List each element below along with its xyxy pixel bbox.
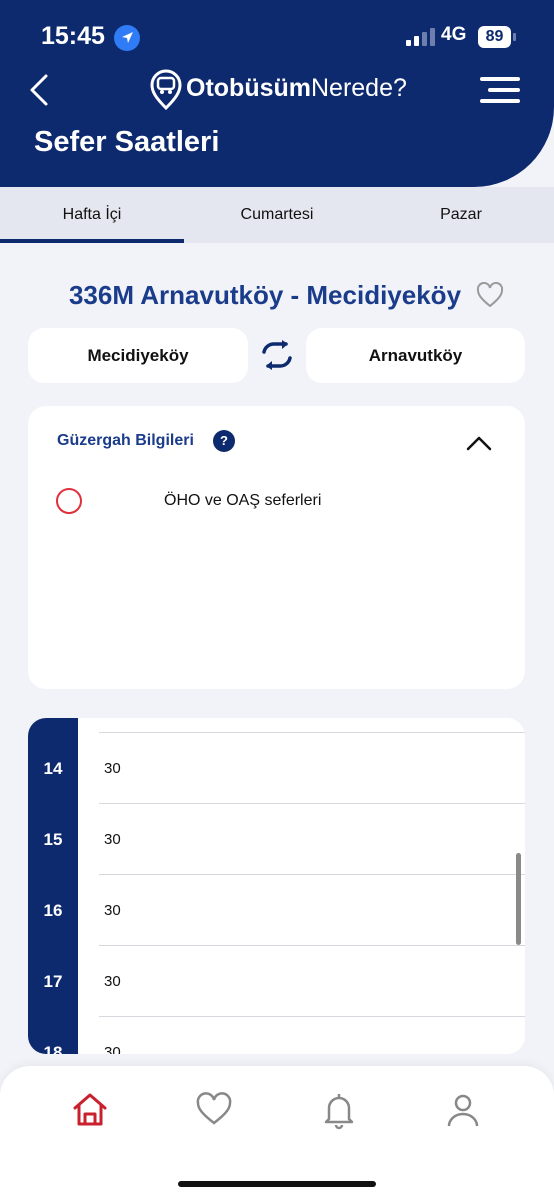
logo-light-text: Nerede?: [311, 74, 407, 102]
tab-saturday[interactable]: Cumartesi: [185, 187, 369, 243]
battery-level: 89: [485, 28, 504, 45]
user-icon[interactable]: [443, 1090, 483, 1130]
back-arrow-icon[interactable]: [26, 72, 52, 108]
swap-direction-icon[interactable]: [260, 340, 294, 370]
route-title: 336M Arnavutköy - Mecidiyeköy: [68, 280, 462, 310]
home-icon[interactable]: [70, 1090, 110, 1130]
scrollbar[interactable]: [516, 853, 521, 945]
hour-label: 18: [43, 1043, 63, 1054]
hour-label: 15: [43, 830, 63, 849]
hour-label: 17: [43, 972, 63, 991]
minute-value: 30: [104, 1044, 121, 1054]
network-type: 4G: [441, 24, 467, 45]
minute-value: 30: [104, 902, 121, 919]
heart-icon[interactable]: [194, 1090, 234, 1130]
signal-icon: [406, 28, 435, 46]
logo-pin-icon: [150, 69, 182, 110]
minute-value: 30: [104, 831, 121, 848]
row-divider: [99, 945, 525, 946]
hamburger-menu-icon[interactable]: [480, 76, 520, 104]
route-info-card: Güzergah Bilgileri ? ÖHO ve OAŞ seferler…: [28, 406, 525, 689]
route-option-label: ÖHO ve OAŞ seferleri: [164, 492, 322, 509]
from-stop-button[interactable]: Mecidiyeköy: [28, 328, 248, 383]
app-header: 15:45 4G 89 OtobüsümNerede? Sefer Saatle…: [0, 0, 554, 187]
minute-value: 30: [104, 760, 121, 777]
row-divider: [99, 732, 525, 733]
route-info-title: Güzergah Bilgileri: [57, 432, 194, 449]
bell-icon[interactable]: [319, 1090, 359, 1130]
status-time: 15:45: [41, 22, 105, 50]
timetable: 14 30 15 30 16 30 17 30 18 30: [28, 718, 525, 1054]
row-divider: [99, 803, 525, 804]
favorite-heart-icon[interactable]: [476, 282, 504, 308]
page-title: Sefer Saatleri: [34, 126, 220, 158]
day-tabs: Hafta İçi Cumartesi Pazar: [0, 187, 554, 243]
location-arrow-icon: [114, 25, 140, 51]
minute-value: 30: [104, 973, 121, 990]
chevron-up-icon[interactable]: [465, 434, 493, 452]
hour-label: 16: [43, 901, 63, 920]
row-divider: [99, 874, 525, 875]
route-option-radio[interactable]: [56, 488, 82, 514]
bottom-nav: [0, 1066, 554, 1200]
hour-label: 14: [43, 759, 63, 778]
home-indicator: [178, 1181, 376, 1187]
to-stop-button[interactable]: Arnavutköy: [306, 328, 525, 383]
app-logo: OtobüsümNerede?: [186, 74, 407, 103]
help-icon[interactable]: ?: [213, 430, 235, 452]
row-divider: [99, 1016, 525, 1017]
logo-bold-text: Otobüsüm: [186, 74, 311, 102]
tab-sunday[interactable]: Pazar: [369, 187, 553, 243]
tab-weekdays[interactable]: Hafta İçi: [0, 187, 184, 243]
